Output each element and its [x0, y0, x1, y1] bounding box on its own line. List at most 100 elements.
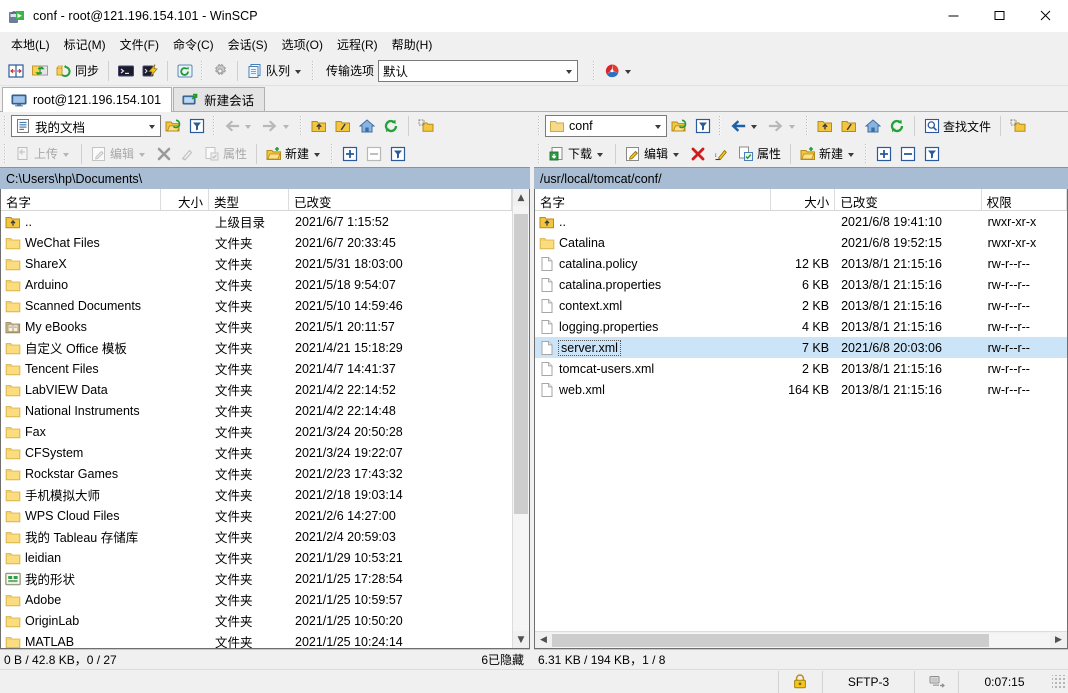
local-file-row[interactable]: .. 上级目录 2021/6/7 1:15:52	[1, 211, 512, 232]
local-new-caret-icon[interactable]	[314, 152, 321, 157]
remote-hscroll-track[interactable]	[552, 632, 1050, 648]
remote-file-row[interactable]: logging.properties 4 KB 2013/8/1 21:15:16 r…	[535, 316, 1067, 337]
transfer-settings-button[interactable]	[600, 59, 638, 83]
remote-new-button[interactable]: 新建	[796, 142, 861, 166]
session-tab-active[interactable]: root@121.196.154.101	[2, 87, 173, 112]
remote-column-header[interactable]: 已改变	[835, 189, 982, 210]
remote-properties-button[interactable]: 属性	[734, 142, 785, 166]
remote-forward-button[interactable]	[764, 114, 802, 138]
local-select-grip[interactable]	[330, 143, 336, 164]
local-file-row[interactable]: WPS Cloud Files 文件夹 2021/2/6 14:27:00	[1, 505, 512, 526]
local-file-row[interactable]: CFSystem 文件夹 2021/3/24 19:22:07	[1, 442, 512, 463]
local-scroll-up-button[interactable]: ▲	[513, 189, 529, 206]
remote-bookmark-button[interactable]	[1006, 114, 1030, 138]
local-select-button[interactable]	[338, 142, 362, 166]
remote-column-header[interactable]: 名字	[535, 189, 771, 210]
local-delete-button[interactable]	[152, 142, 176, 166]
split-panels-button[interactable]	[4, 59, 28, 83]
local-file-row[interactable]: WeChat Files 文件夹 2021/6/7 20:33:45	[1, 232, 512, 253]
remote-forward-caret-icon[interactable]	[789, 125, 795, 129]
download-caret-icon[interactable]	[597, 152, 604, 157]
resize-grip[interactable]	[1052, 674, 1066, 689]
local-back-caret-icon[interactable]	[245, 125, 251, 129]
local-filter-button[interactable]	[185, 114, 209, 138]
local-column-header[interactable]: 名字	[1, 189, 161, 210]
menu-session[interactable]: 会话(S)	[221, 33, 275, 56]
local-rename-button[interactable]	[176, 142, 200, 166]
local-forward-caret-icon[interactable]	[283, 125, 289, 129]
remote-file-row[interactable]: server.xml 7 KB 2021/6/8 20:03:06 rw-r--r--	[535, 337, 1067, 358]
local-scroll-thumb[interactable]	[514, 214, 528, 514]
local-new-dir-bookmark-button[interactable]	[414, 114, 438, 138]
remote-back-caret-icon[interactable]	[751, 125, 757, 129]
local-file-row[interactable]: OriginLab 文件夹 2021/1/25 10:50:20	[1, 610, 512, 631]
local-file-row[interactable]: Rockstar Games 文件夹 2021/2/23 17:43:32	[1, 463, 512, 484]
menu-command[interactable]: 命令(C)	[166, 33, 221, 56]
connection-indicator-cell[interactable]	[914, 670, 958, 693]
remote-file-row[interactable]: tomcat-users.xml 2 KB 2013/8/1 21:15:16 rw-…	[535, 358, 1067, 379]
local-edit-caret-icon[interactable]	[139, 152, 146, 157]
remote-hscroll-thumb[interactable]	[552, 633, 989, 647]
open-terminal-button[interactable]	[114, 59, 138, 83]
new-session-tab[interactable]: 新建会话	[173, 87, 266, 111]
local-select-mask-button[interactable]	[386, 142, 410, 166]
remote-new-caret-icon[interactable]	[848, 152, 855, 157]
local-root-dir-button[interactable]	[331, 114, 355, 138]
remote-scroll-right-button[interactable]: ▶	[1050, 635, 1067, 645]
encryption-status-cell[interactable]	[778, 670, 822, 693]
remote-filter-button[interactable]	[691, 114, 715, 138]
upload-button[interactable]: 上传	[11, 142, 76, 166]
menu-mark[interactable]: 标记(M)	[57, 33, 113, 56]
remote-column-header[interactable]: 大小	[771, 189, 836, 210]
remote-nav-grip[interactable]	[718, 116, 723, 136]
queue-button[interactable]: 队列	[243, 59, 308, 83]
protocol-status-cell[interactable]: SFTP-3	[822, 670, 914, 693]
remote-location-caret-icon[interactable]	[651, 116, 666, 136]
local-location-combo[interactable]: 我的文档	[11, 115, 161, 137]
remote-delete-button[interactable]	[686, 142, 710, 166]
remote-home-button[interactable]	[861, 114, 885, 138]
remote-dirnav-grip[interactable]	[805, 116, 810, 136]
remote-select-button[interactable]	[872, 142, 896, 166]
remote-file-row[interactable]: web.xml 164 KB 2013/8/1 21:15:16 rw-r--r--	[535, 379, 1067, 400]
remote-unselect-button[interactable]	[896, 142, 920, 166]
local-file-row[interactable]: 手机模拟大师 文件夹 2021/2/18 19:03:14	[1, 484, 512, 505]
remote-parent-dir-button[interactable]	[813, 114, 837, 138]
find-files-button[interactable]: 查找文件	[920, 114, 995, 138]
refresh-both-button[interactable]	[173, 59, 197, 83]
local-properties-button[interactable]: 属性	[200, 142, 251, 166]
toolbar-grip-1[interactable]	[200, 60, 206, 81]
local-file-row[interactable]: Fax 文件夹 2021/3/24 20:50:28	[1, 421, 512, 442]
local-file-row[interactable]: Tencent Files 文件夹 2021/4/7 14:41:37	[1, 358, 512, 379]
local-edit-button[interactable]: 编辑	[87, 142, 152, 166]
remote-column-header[interactable]: 权限	[982, 189, 1067, 210]
local-new-button[interactable]: 新建	[262, 142, 327, 166]
local-open-dir-button[interactable]	[161, 114, 185, 138]
remote-file-row[interactable]: catalina.policy 12 KB 2013/8/1 21:15:16 rw-…	[535, 253, 1067, 274]
local-file-row[interactable]: Arduino 文件夹 2021/5/18 9:54:07	[1, 274, 512, 295]
remote-loc-grip[interactable]	[537, 116, 542, 136]
transfer-settings-caret-icon[interactable]	[625, 69, 632, 74]
local-file-row[interactable]: Adobe 文件夹 2021/1/25 10:59:57	[1, 589, 512, 610]
local-forward-button[interactable]	[258, 114, 296, 138]
local-scroll-down-button[interactable]: ▼	[513, 631, 529, 648]
remote-actions-grip[interactable]	[537, 143, 542, 164]
local-file-row[interactable]: My eBooks 文件夹 2021/5/1 20:11:57	[1, 316, 512, 337]
remote-edit-button[interactable]: 编辑	[621, 142, 686, 166]
put-files-button[interactable]	[138, 59, 162, 83]
menu-help[interactable]: 帮助(H)	[385, 33, 440, 56]
local-parent-dir-button[interactable]	[307, 114, 331, 138]
toolbar-grip-2[interactable]	[311, 60, 317, 81]
local-scroll-track[interactable]	[513, 206, 529, 631]
remote-file-row[interactable]: Catalina 2021/6/8 19:52:15 rwxr-xr-x	[535, 232, 1067, 253]
local-file-row[interactable]: ShareX 文件夹 2021/5/31 18:03:00	[1, 253, 512, 274]
local-column-header[interactable]: 大小	[161, 189, 209, 210]
local-dirnav-grip[interactable]	[299, 116, 304, 136]
local-column-header[interactable]: 类型	[209, 189, 289, 210]
local-nav-grip[interactable]	[212, 116, 217, 136]
local-file-row[interactable]: Scanned Documents 文件夹 2021/5/10 14:59:46	[1, 295, 512, 316]
minimize-button[interactable]	[930, 0, 976, 32]
sync-browsing-button[interactable]	[28, 59, 52, 83]
maximize-button[interactable]	[976, 0, 1022, 32]
local-file-row[interactable]: leidian 文件夹 2021/1/29 10:53:21	[1, 547, 512, 568]
